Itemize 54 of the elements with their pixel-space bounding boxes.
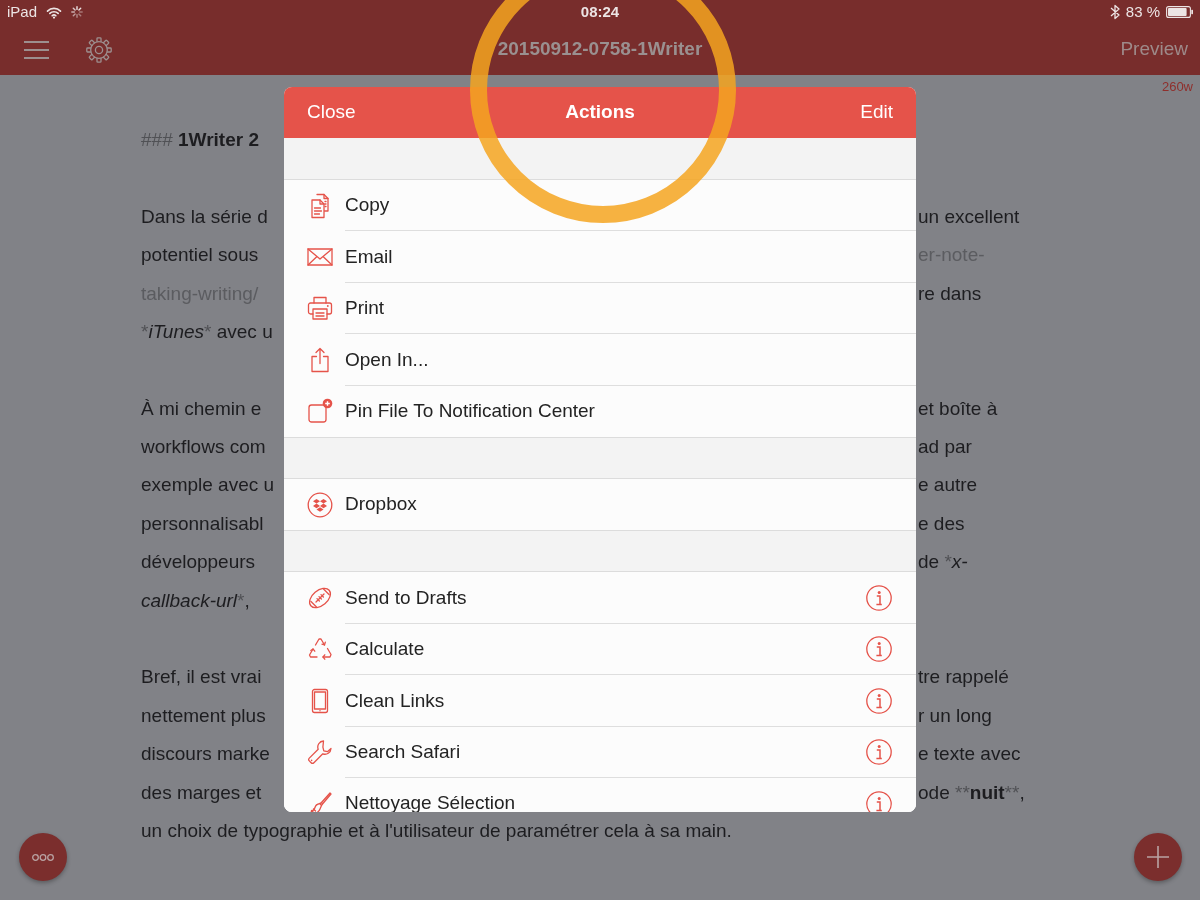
info-icon[interactable] — [866, 585, 892, 612]
editor-text: discours marke — [141, 742, 270, 767]
wrench-icon — [307, 739, 333, 766]
more-button[interactable] — [19, 833, 67, 881]
editor-text: workflows com — [141, 435, 266, 460]
editor-text: ad par — [918, 435, 972, 460]
bluetooth-icon — [1109, 4, 1120, 20]
editor-text: r un long — [918, 703, 992, 728]
square-plus-icon — [307, 398, 333, 425]
editor-text: de *x- — [918, 550, 968, 575]
editor-text: e texte avec — [918, 742, 1021, 767]
battery-icon — [1166, 6, 1193, 18]
battery-percent: 83 % — [1125, 1, 1160, 22]
circled-box-icon — [307, 491, 333, 518]
editor-text: et boîte à — [918, 396, 998, 421]
info-icon[interactable] — [866, 636, 892, 663]
clock-time: 08:24 — [580, 1, 620, 22]
editor-text: exemple avec u — [141, 473, 275, 498]
editor-text: Dans la série d — [141, 204, 268, 229]
editor-text: personnalisabl — [141, 511, 264, 536]
editor-text: ### 1Writer 2 — [141, 127, 259, 152]
plus-icon — [1147, 846, 1169, 868]
device-name: iPad — [7, 1, 38, 22]
editor-text: tre rappelé — [918, 665, 1009, 690]
wifi-icon — [46, 5, 63, 19]
info-icon[interactable] — [866, 739, 892, 766]
editor-text: re dans — [918, 281, 982, 306]
editor-text: À mi chemin e — [141, 396, 262, 421]
editor-text: potentiel sous — [141, 243, 259, 268]
editor-text: des marges et — [141, 780, 262, 805]
add-button[interactable] — [1134, 833, 1182, 881]
word-count: 260w — [1161, 78, 1193, 96]
dots-icon — [32, 853, 54, 861]
close-button[interactable]: Close — [307, 98, 356, 127]
edit-button[interactable]: Edit — [860, 98, 893, 127]
info-icon[interactable] — [866, 687, 892, 714]
editor-text: un excellent — [918, 204, 1020, 229]
editor-text: développeurs — [141, 550, 256, 575]
editor-text: ode **nuit**, — [918, 780, 1025, 805]
editor-text: e autre — [918, 473, 978, 498]
info-icon[interactable] — [866, 790, 892, 812]
editor-text: e des — [918, 511, 965, 536]
editor-text: *iTunes* avec u — [141, 319, 273, 344]
editor-text: callback-url*, — [141, 588, 250, 613]
recycle-icon — [307, 636, 333, 663]
editor-text: un choix de typographie et à l'utilisateur de paramétrer cela à sa main. — [141, 818, 732, 843]
menu-icon[interactable] — [24, 40, 49, 59]
sheet-title: Actions — [565, 100, 635, 125]
settings-icon[interactable] — [86, 36, 112, 63]
document-title: 20150912-0758-1Writer — [497, 37, 703, 62]
printer-icon — [307, 295, 333, 322]
spinner-icon — [71, 6, 84, 18]
editor-text: Bref, il est vrai — [141, 665, 262, 690]
editor-text: nettement plus — [141, 703, 266, 728]
